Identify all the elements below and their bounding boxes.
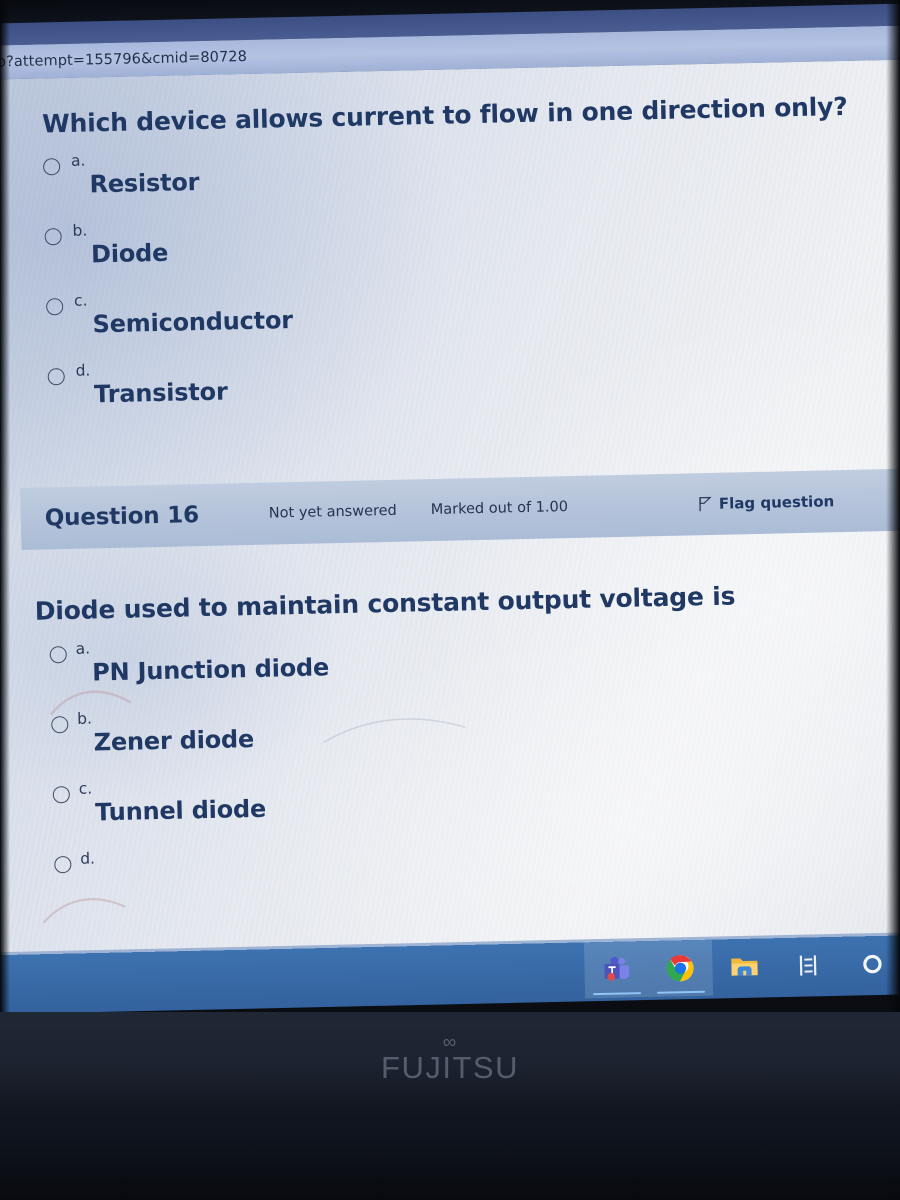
flag-icon [699,497,712,512]
q16-radio-button-c[interactable] [52,785,71,803]
answer-letter-c: c. [73,291,88,311]
answer-letter-a: a. [70,151,86,171]
teams-icon [604,956,630,981]
photo-edge-left [0,0,10,1012]
fujitsu-wordmark: FUJITSU [381,1050,519,1085]
taskbar-item-chrome[interactable] [647,939,714,997]
question-state: Not yet answered [268,503,397,522]
answer-label-b: Diode [90,238,169,269]
q16-radio-button-d[interactable] [54,855,72,873]
q16-answer-letter-b: b. [76,709,93,728]
q16-answer-letter-a: a. [75,639,91,658]
media-app-icon [799,955,817,976]
question-number: Question 16 [44,502,200,532]
question-16-text: Diode used to maintain constant output v… [34,581,736,626]
address-bar-url[interactable]: p?attempt=155796&cmid=80728 [0,49,247,71]
quiz-content: Which device allows current to flow in o… [0,89,900,923]
radio-button-c[interactable] [46,298,64,316]
q16-answer-label-a: PN Junction diode [91,652,330,686]
page-viewport: Which device allows current to flow in o… [0,58,900,964]
q16-radio-button-b[interactable] [51,715,69,733]
question-marks: Marked out of 1.00 [430,499,569,519]
question-text-top: Which device allows current to flow in o… [41,91,848,139]
answer-label-c: Semiconductor [92,306,294,339]
answer-list-question-16: a. PN Junction diode b. Zener diode c. T… [39,622,900,921]
fujitsu-infinity-mark: ∞ [442,1032,458,1053]
laptop-bottom-bezel: ∞ FUJITSU [0,1012,900,1200]
q16-answer-letter-d: d. [80,848,96,868]
laptop-screen: p?attempt=155796&cmid=80728 Which device [0,2,900,964]
answer-letter-d: d. [75,361,91,381]
laptop-photo: p?attempt=155796&cmid=80728 Which device [0,0,900,1200]
flag-question-label: Flag question [718,492,835,514]
q16-answer-label-b: Zener diode [93,724,255,756]
taskbar-item-teams[interactable] [583,940,650,999]
radio-button-d[interactable] [47,368,65,386]
answer-label-d: Transistor [93,377,228,409]
answer-list-top: a. Resistor b. Diode c. Semiconductor d.… [29,135,900,434]
file-explorer-icon [731,958,758,976]
photo-edge-right [886,0,900,1012]
chrome-icon [666,955,694,982]
answer-label-a: Resistor [89,168,200,199]
answer-letter-b: b. [72,221,88,241]
q16-answer-label-c: Tunnel diode [94,794,267,826]
radio-button-b[interactable] [44,228,62,246]
q16-answer-letter-c: c. [78,779,93,798]
taskbar-item-file-explorer[interactable] [712,938,777,995]
flag-question-button[interactable]: Flag question [698,492,835,514]
fujitsu-logo: ∞ FUJITSU [0,1032,900,1086]
cortana-icon [863,954,882,974]
q16-radio-button-a[interactable] [49,645,67,663]
radio-button-a[interactable] [42,158,61,176]
question-16-header: Question 16 Not yet answered Marked out … [20,468,900,551]
taskbar-item-media-app[interactable] [776,937,841,994]
